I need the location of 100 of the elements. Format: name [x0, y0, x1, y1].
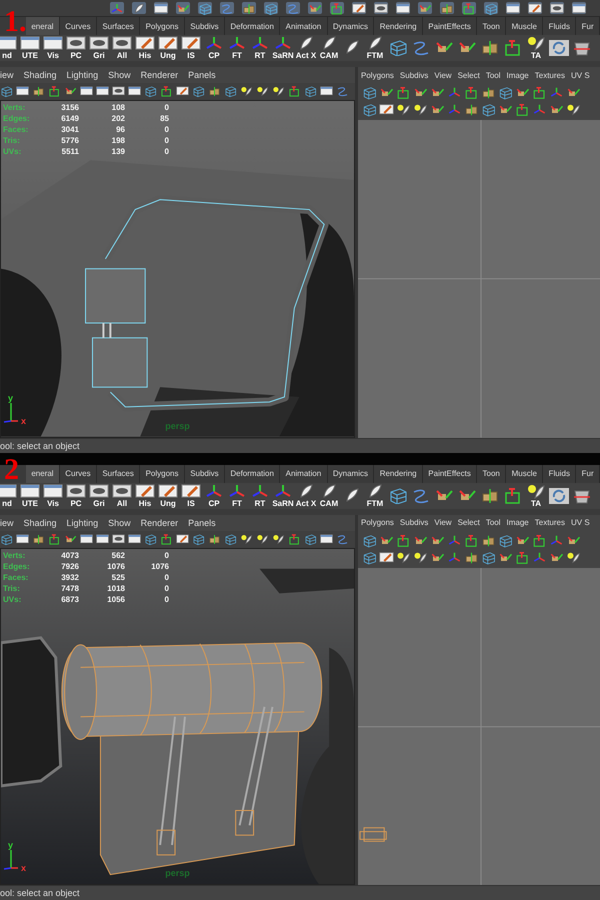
shelf-button[interactable]: Ung — [157, 36, 179, 60]
window-icon[interactable] — [128, 85, 141, 98]
toolbar-button[interactable] — [110, 2, 124, 14]
window-icon[interactable] — [16, 85, 29, 98]
bulb-icon[interactable] — [240, 85, 253, 98]
frame-icon[interactable] — [48, 532, 61, 546]
bulb-icon[interactable] — [413, 103, 428, 117]
menu-item[interactable]: Shading — [24, 70, 57, 80]
frame-icon[interactable] — [160, 532, 173, 546]
window-icon[interactable] — [80, 532, 93, 546]
shelf-button[interactable]: CAM — [318, 36, 340, 60]
eye-icon[interactable] — [112, 85, 125, 98]
menu-item[interactable]: Show — [108, 518, 131, 528]
wire-cube-icon[interactable] — [144, 85, 157, 98]
window-icon[interactable] — [128, 532, 141, 546]
boxes-icon[interactable] — [208, 85, 221, 98]
axes-icon[interactable] — [532, 550, 547, 564]
menu-item[interactable]: Renderer — [140, 70, 178, 80]
toolbar-button[interactable] — [198, 2, 212, 14]
window-icon[interactable] — [320, 85, 333, 98]
shelf-button[interactable]: TA — [525, 36, 547, 60]
pencil-icon[interactable] — [379, 550, 394, 564]
shelf-button[interactable]: UTE — [19, 484, 41, 508]
toolbar-button[interactable] — [396, 2, 410, 14]
window-icon[interactable] — [320, 532, 333, 546]
bulb-icon[interactable] — [272, 85, 285, 98]
bulb-icon[interactable] — [396, 103, 411, 117]
toolbar-button[interactable] — [242, 2, 256, 14]
wire-cube-icon[interactable] — [304, 532, 317, 546]
shelf-button[interactable]: IS — [180, 484, 202, 508]
menu-item[interactable]: Show — [108, 70, 131, 80]
shelf-button[interactable]: nd — [0, 484, 18, 508]
shelf-button[interactable] — [548, 40, 570, 56]
toolbar-button[interactable] — [264, 2, 278, 14]
wire-cube-icon[interactable] — [481, 103, 496, 117]
menu-item[interactable]: UV S — [570, 70, 590, 80]
wire-cube-icon[interactable] — [192, 532, 205, 546]
frame-icon[interactable] — [396, 86, 411, 100]
shelf-button[interactable]: RT — [249, 484, 271, 508]
toolbar-button[interactable] — [528, 2, 542, 14]
menu-item[interactable]: Image — [506, 70, 529, 80]
boxes-icon[interactable] — [481, 86, 496, 100]
shelf-button[interactable] — [571, 40, 593, 56]
wire-cube-icon[interactable] — [498, 534, 513, 548]
menu-item[interactable]: Lighting — [66, 70, 98, 80]
shelf-button[interactable]: Gri — [88, 36, 110, 60]
wire-cube-icon[interactable] — [0, 532, 13, 546]
bulb-icon[interactable] — [566, 103, 581, 117]
shelf-button[interactable] — [571, 488, 593, 504]
shelf-button[interactable]: SaRN — [272, 484, 294, 508]
axes-icon[interactable] — [447, 550, 462, 564]
bulb-icon[interactable] — [272, 532, 285, 546]
boxes-icon[interactable] — [464, 550, 479, 564]
shelf-tab[interactable]: Dynamics — [328, 17, 374, 35]
menu-item[interactable]: Subdivs — [400, 518, 428, 527]
menu-item[interactable]: iew — [0, 518, 14, 528]
menu-item[interactable]: Subdivs — [400, 70, 428, 80]
toolbar-button[interactable] — [550, 2, 564, 14]
frame-icon[interactable] — [464, 86, 479, 100]
frame-icon[interactable] — [48, 85, 61, 98]
frame-icon[interactable] — [288, 85, 301, 98]
shelf-button[interactable]: Act X — [295, 484, 317, 508]
shelf-button[interactable]: All — [111, 484, 133, 508]
menu-item[interactable]: Polygons — [361, 518, 394, 527]
boxes-icon[interactable] — [32, 532, 45, 546]
eye-icon[interactable] — [112, 532, 125, 546]
frame-icon[interactable] — [515, 103, 530, 117]
menu-item[interactable]: View — [434, 70, 452, 80]
bulb-icon[interactable] — [396, 550, 411, 564]
toolbar-button[interactable] — [176, 2, 190, 14]
pencil-icon[interactable] — [176, 532, 189, 546]
pencil-icon[interactable] — [176, 85, 189, 98]
wire-cube-icon[interactable] — [224, 532, 237, 546]
wire-cube-icon[interactable] — [498, 86, 513, 100]
shelf-tab[interactable]: eneral — [26, 464, 60, 482]
bulb-icon[interactable] — [566, 550, 581, 564]
bulb-icon[interactable] — [413, 550, 428, 564]
shelf-button[interactable]: Ung — [157, 484, 179, 508]
boxes-icon[interactable] — [481, 534, 496, 548]
toolbar-button[interactable] — [154, 2, 168, 14]
shelf-button[interactable]: His — [134, 36, 156, 60]
boxes-icon[interactable] — [208, 532, 221, 546]
axes-icon[interactable] — [447, 534, 462, 548]
toolbar-button[interactable] — [462, 2, 476, 14]
window-icon[interactable] — [16, 532, 29, 546]
wire-cube-icon[interactable] — [362, 534, 377, 548]
menu-item[interactable]: Panels — [188, 70, 216, 80]
window-icon[interactable] — [80, 85, 93, 98]
wire-cube-icon[interactable] — [362, 86, 377, 100]
wire-cube-icon[interactable] — [144, 532, 157, 546]
boxes-icon[interactable] — [32, 85, 45, 98]
wire-cube-icon[interactable] — [0, 85, 13, 98]
shelf-button[interactable]: Vis — [42, 36, 64, 60]
menu-item[interactable]: Textures — [534, 70, 565, 80]
menu-item[interactable]: Tool — [486, 70, 501, 80]
menu-item[interactable]: Select — [458, 518, 480, 527]
shelf-button[interactable]: TA — [525, 484, 547, 508]
shelf-button[interactable]: RT — [249, 36, 271, 60]
wire-cube-icon[interactable] — [481, 550, 496, 564]
wire-cube-icon[interactable] — [304, 85, 317, 98]
